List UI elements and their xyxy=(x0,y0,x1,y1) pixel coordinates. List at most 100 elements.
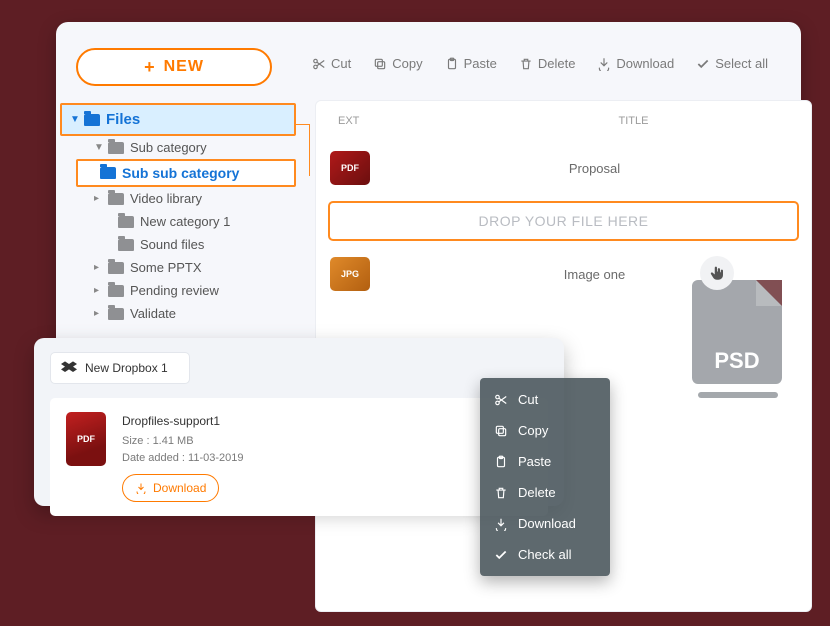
page-fold-icon xyxy=(756,280,782,306)
toolbar-label: Cut xyxy=(331,56,351,71)
ctx-check-all[interactable]: Check all xyxy=(480,539,610,570)
caret-right-icon: ▸ xyxy=(94,285,102,296)
delete-button[interactable]: Delete xyxy=(519,56,576,71)
new-button-label: NEW xyxy=(164,58,204,76)
folder-icon xyxy=(118,239,134,251)
ctx-paste[interactable]: Paste xyxy=(480,446,610,477)
ctx-label: Paste xyxy=(518,454,551,469)
ctx-cut[interactable]: Cut xyxy=(480,384,610,415)
tree-item-new-category-1[interactable]: ▸ New category 1 xyxy=(96,210,296,233)
folder-icon xyxy=(108,308,124,320)
cut-button[interactable]: Cut xyxy=(312,56,351,71)
tree-label: Validate xyxy=(130,306,176,321)
tree-connector xyxy=(296,124,310,176)
dropzone[interactable]: DROP YOUR FILE HERE xyxy=(328,201,799,241)
dropzone-label: DROP YOUR FILE HERE xyxy=(478,213,648,229)
tree-label: Sub sub category xyxy=(122,165,239,181)
download-label: Download xyxy=(153,479,206,497)
select-all-button[interactable]: Select all xyxy=(696,56,768,71)
tree-item-sound-files[interactable]: ▸ Sound files xyxy=(96,233,296,256)
ctx-download[interactable]: Download xyxy=(480,508,610,539)
column-header-title[interactable]: TITLE xyxy=(478,115,789,127)
tree-item-some-pptx[interactable]: ▸ Some PPTX xyxy=(86,256,296,279)
file-list-header: EXT TITLE xyxy=(316,101,811,141)
download-icon xyxy=(494,517,508,531)
plus-icon: + xyxy=(144,57,156,78)
dropbox-icon xyxy=(61,361,77,375)
context-menu: Cut Copy Paste Delete Download Check all xyxy=(480,378,610,576)
toolbar-label: Download xyxy=(616,56,674,71)
category-tree: ▼ Files ▼ Sub category ▼ Sub sub categor… xyxy=(60,103,296,325)
file-meta: Dropfiles-support1 Size : 1.41 MB Date a… xyxy=(122,412,244,502)
toolbar-label: Select all xyxy=(715,56,768,71)
tree-label: Video library xyxy=(130,191,202,206)
column-header-ext[interactable]: EXT xyxy=(338,115,478,127)
ctx-copy[interactable]: Copy xyxy=(480,415,610,446)
toolbar-label: Paste xyxy=(464,56,497,71)
tree-item-pending-review[interactable]: ▸ Pending review xyxy=(86,279,296,302)
copy-button[interactable]: Copy xyxy=(373,56,422,71)
ctx-label: Download xyxy=(518,516,576,531)
copy-icon xyxy=(494,424,508,438)
tree-item-validate[interactable]: ▸ Validate xyxy=(86,302,296,325)
ext-badge-pdf: PDF xyxy=(330,151,370,185)
paste-button[interactable]: Paste xyxy=(445,56,497,71)
ctx-label: Delete xyxy=(518,485,556,500)
file-name: Dropfiles-support1 xyxy=(122,412,244,430)
psd-shadow xyxy=(698,392,778,398)
dropbox-file-row[interactable]: PDF Dropfiles-support1 Size : 1.41 MB Da… xyxy=(50,398,548,516)
ext-badge-jpg: JPG xyxy=(330,257,370,291)
tree-label: Sub category xyxy=(130,140,207,155)
file-row[interactable]: PDF Proposal xyxy=(316,141,811,195)
folder-icon xyxy=(118,216,134,228)
folder-icon xyxy=(108,262,124,274)
ctx-label: Cut xyxy=(518,392,538,407)
tree-item-sub-category[interactable]: ▼ Sub category xyxy=(86,136,296,159)
toolbar-label: Delete xyxy=(538,56,576,71)
tree-label: New category 1 xyxy=(140,214,230,229)
dropbox-title: New Dropbox 1 xyxy=(85,361,168,375)
folder-icon xyxy=(100,167,116,179)
caret-right-icon: ▸ xyxy=(94,308,102,319)
folder-icon xyxy=(108,193,124,205)
tree-label: Pending review xyxy=(130,283,219,298)
tree-root-files[interactable]: ▼ Files xyxy=(60,103,296,136)
dropbox-header[interactable]: New Dropbox 1 xyxy=(50,352,190,384)
file-size: Size : 1.41 MB xyxy=(122,433,244,450)
tree-label: Some PPTX xyxy=(130,260,202,275)
toolbar: Cut Copy Paste Delete Download Select al… xyxy=(312,56,768,71)
ctx-label: Copy xyxy=(518,423,548,438)
caret-right-icon: ▸ xyxy=(94,262,102,273)
tree-item-sub-sub-category[interactable]: ▼ Sub sub category xyxy=(76,159,296,187)
hand-cursor-icon xyxy=(700,256,734,290)
ctx-label: Check all xyxy=(518,547,571,562)
caret-down-icon: ▼ xyxy=(94,142,102,153)
folder-icon xyxy=(108,285,124,297)
file-title: Proposal xyxy=(392,161,797,176)
cut-icon xyxy=(494,393,508,407)
copy-icon xyxy=(373,57,387,71)
download-icon xyxy=(597,57,611,71)
tree-item-video-library[interactable]: ▸ Video library xyxy=(86,187,296,210)
paste-icon xyxy=(494,455,508,469)
check-icon xyxy=(494,548,508,562)
delete-icon xyxy=(519,57,533,71)
ctx-delete[interactable]: Delete xyxy=(480,477,610,508)
download-icon xyxy=(135,482,147,494)
caret-down-icon: ▼ xyxy=(70,114,78,125)
new-button[interactable]: + NEW xyxy=(76,48,272,86)
ext-badge-pdf: PDF xyxy=(66,412,106,466)
check-icon xyxy=(696,57,710,71)
tree-label: Sound files xyxy=(140,237,204,252)
download-button[interactable]: Download xyxy=(122,474,219,502)
folder-icon xyxy=(84,114,100,126)
paste-icon xyxy=(445,57,459,71)
toolbar-label: Copy xyxy=(392,56,422,71)
file-date: Date added : 11-03-2019 xyxy=(122,450,244,467)
caret-right-icon: ▸ xyxy=(94,193,102,204)
tree-label: Files xyxy=(106,111,140,128)
download-button[interactable]: Download xyxy=(597,56,674,71)
psd-file-icon[interactable]: PSD xyxy=(692,280,782,384)
folder-icon xyxy=(108,142,124,154)
delete-icon xyxy=(494,486,508,500)
